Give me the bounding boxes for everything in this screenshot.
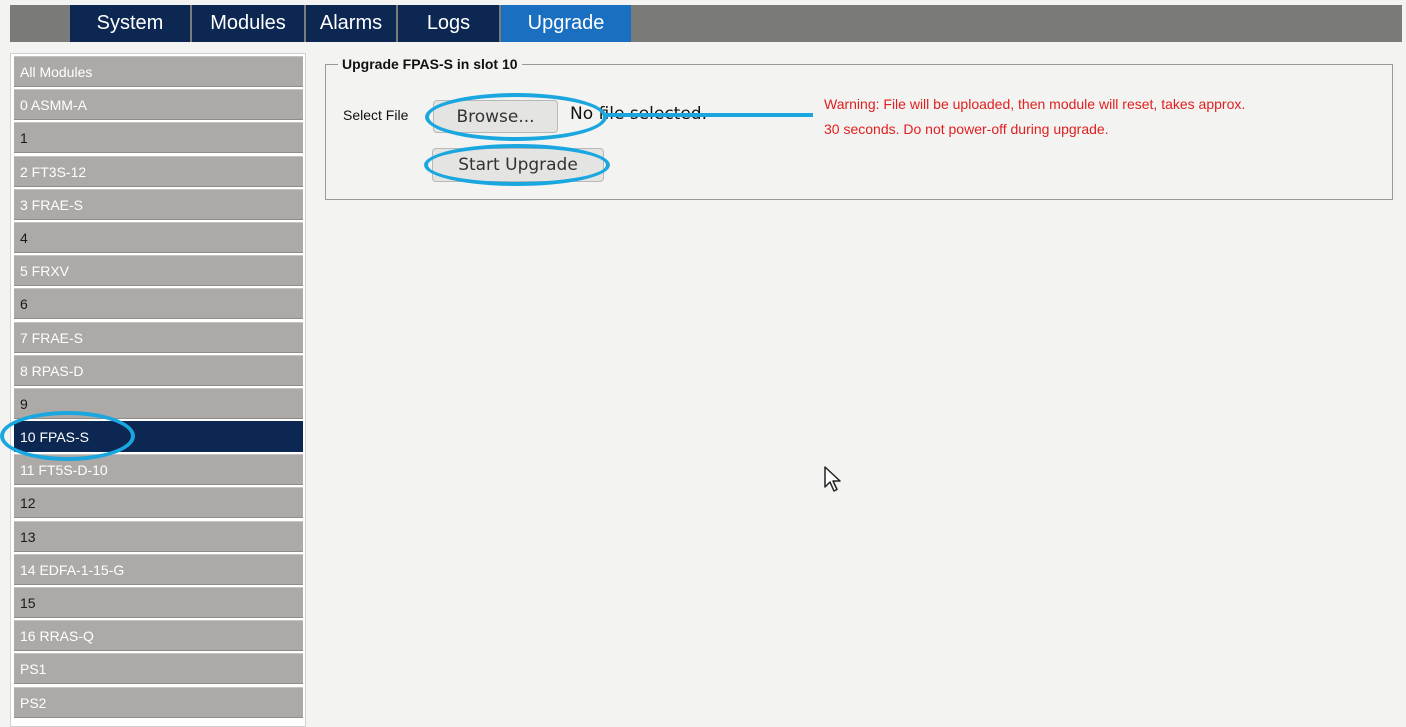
sidebar-item-all-modules[interactable]: All Modules bbox=[14, 56, 303, 87]
sidebar-item-slot-16[interactable]: 16 RRAS-Q bbox=[14, 620, 303, 652]
upgrade-title: Upgrade FPAS-S in slot 10 bbox=[338, 56, 522, 72]
sidebar-item-slot-13[interactable]: 13 bbox=[14, 520, 303, 552]
tab-logs[interactable]: Logs bbox=[398, 5, 501, 42]
sidebar-item-slot-12[interactable]: 12 bbox=[14, 487, 303, 519]
sidebar-item-slot-14[interactable]: 14 EDFA-1-15-G bbox=[14, 553, 303, 585]
sidebar-item-slot-10[interactable]: 10 FPAS-S bbox=[14, 421, 303, 453]
module-sidebar: All Modules 0 ASMM-A 1 2 FT3S-12 3 FRAE-… bbox=[10, 53, 306, 727]
select-file-label: Select File bbox=[343, 107, 409, 123]
top-bar: System Modules Alarms Logs Upgrade bbox=[10, 5, 1402, 42]
sidebar-item-slot-1[interactable]: 1 bbox=[14, 122, 303, 154]
sidebar-item-slot-15[interactable]: 15 bbox=[14, 587, 303, 618]
main-nav: System Modules Alarms Logs Upgrade bbox=[70, 5, 631, 42]
warning-line-1: Warning: File will be uploaded, then mod… bbox=[824, 96, 1246, 112]
sidebar-item-slot-4[interactable]: 4 bbox=[14, 221, 303, 253]
sidebar-item-slot-6[interactable]: 6 bbox=[14, 288, 303, 320]
sidebar-item-slot-3[interactable]: 3 FRAE-S bbox=[14, 188, 303, 220]
upgrade-warning: Warning: File will be uploaded, then mod… bbox=[824, 92, 1384, 142]
sidebar-item-ps2[interactable]: PS2 bbox=[14, 686, 303, 718]
annotation-callout-line bbox=[603, 113, 813, 117]
tab-upgrade[interactable]: Upgrade bbox=[501, 5, 631, 42]
sidebar-item-slot-0[interactable]: 0 ASMM-A bbox=[14, 89, 303, 121]
mouse-pointer-icon bbox=[824, 466, 841, 492]
tab-system[interactable]: System bbox=[70, 5, 192, 42]
start-upgrade-button[interactable]: Start Upgrade bbox=[432, 148, 604, 182]
sidebar-item-slot-7[interactable]: 7 FRAE-S bbox=[14, 321, 303, 353]
sidebar-item-slot-11[interactable]: 11 FT5S-D-10 bbox=[14, 454, 303, 486]
tab-modules[interactable]: Modules bbox=[192, 5, 306, 42]
browse-button[interactable]: Browse... bbox=[433, 100, 558, 133]
tab-alarms[interactable]: Alarms bbox=[306, 5, 398, 42]
sidebar-item-slot-8[interactable]: 8 RPAS-D bbox=[14, 354, 303, 386]
sidebar-item-slot-5[interactable]: 5 FRXV bbox=[14, 255, 303, 287]
sidebar-item-slot-9[interactable]: 9 bbox=[14, 387, 303, 419]
sidebar-item-ps1[interactable]: PS1 bbox=[14, 653, 303, 685]
warning-line-2: 30 seconds. Do not power-off during upgr… bbox=[824, 121, 1109, 137]
sidebar-item-slot-2[interactable]: 2 FT3S-12 bbox=[14, 155, 303, 187]
